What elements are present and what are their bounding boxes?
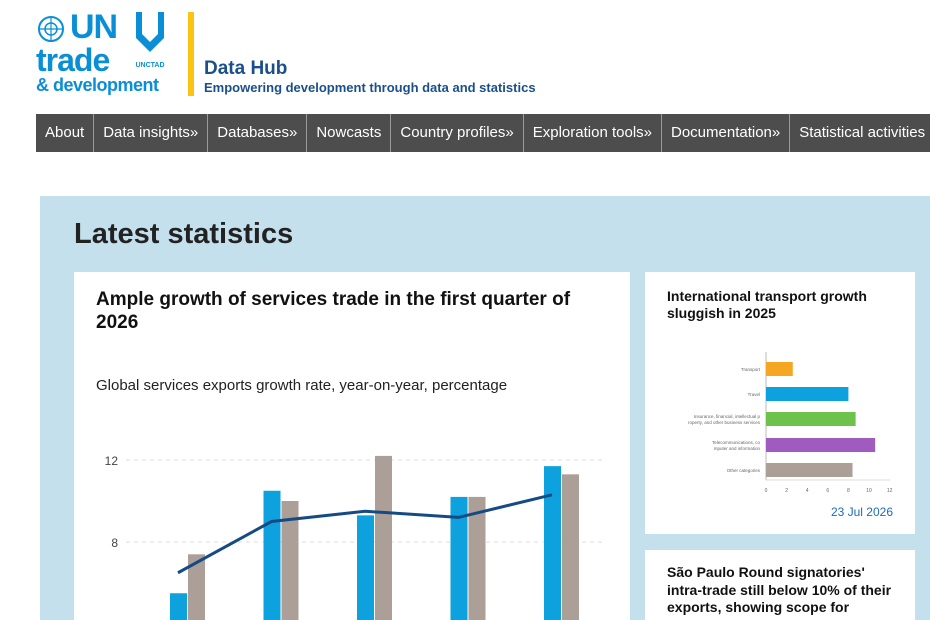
bar-series-1[interactable] [544, 466, 561, 620]
panel-notch [40, 220, 60, 260]
sao-paulo-card-heading[interactable]: São Paulo Round signatories' intra-trade… [667, 564, 902, 617]
nav-item-data-insights[interactable]: Data insights» [94, 114, 209, 152]
header-accent-bar [188, 12, 194, 96]
side-category-label: Travel [748, 392, 760, 397]
side-bar[interactable] [766, 463, 853, 477]
bar-series-1[interactable] [263, 490, 281, 620]
featured-card-heading[interactable]: Ample growth of services trade in the fi… [96, 288, 596, 334]
site-tagline: Empowering development through data and … [204, 80, 536, 95]
section-title: Latest statistics [74, 218, 294, 250]
side-category-label: Telecommunications, co [712, 440, 761, 445]
side-category-label: Transport [741, 367, 761, 372]
y-tick-label: 8 [111, 536, 118, 550]
side-x-tick-label: 6 [826, 488, 829, 494]
side-x-tick-label: 4 [806, 488, 809, 494]
nav-item-country-profiles[interactable]: Country profiles» [391, 114, 524, 152]
bar-series-1[interactable] [357, 515, 374, 620]
nav-item-statistical-activities[interactable]: Statistical activities [790, 114, 930, 152]
un-emblem-icon [38, 16, 64, 42]
transport-growth-chart: Transport Travel Insurance, financial, int… [688, 352, 893, 494]
nav-item-exploration-tools[interactable]: Exploration tools» [524, 114, 662, 152]
logo-trade-text: trade [36, 42, 110, 78]
site-title[interactable]: Data Hub [204, 58, 287, 80]
side-x-tick-label: 12 [887, 488, 893, 494]
side-x-tick-label: 8 [847, 488, 850, 494]
side-x-tick-label: 10 [866, 488, 872, 494]
nav-item-databases[interactable]: Databases» [208, 114, 308, 152]
bar-series-1[interactable] [170, 593, 187, 620]
sao-paulo-stat-card[interactable]: São Paulo Round signatories' intra-trade… [645, 550, 915, 620]
side-bar[interactable] [766, 387, 849, 401]
logo-un-text: UN [70, 8, 118, 46]
featured-stat-card[interactable]: Ample growth of services trade in the fi… [74, 272, 630, 620]
featured-chart-subtitle: Global services exports growth rate, yea… [96, 377, 508, 394]
side-category-label: Other categories [727, 468, 761, 473]
logo-badge-text: UNCTAD [135, 62, 164, 69]
nav-item-documentation[interactable]: Documentation» [662, 114, 791, 152]
side-category-label: mputer and information [714, 446, 761, 451]
logo-development-text: & development [36, 75, 159, 95]
side-bar[interactable] [766, 412, 856, 426]
bar-series-2[interactable] [562, 474, 579, 620]
side-category-label: roperty, and other business services [688, 420, 761, 425]
nav-item-about[interactable]: About [36, 114, 95, 152]
nav-item-nowcasts[interactable]: Nowcasts [307, 114, 392, 152]
transport-card-date: 23 Jul 2026 [830, 505, 893, 519]
main-nav: About Data insights» Databases» Nowcasts… [36, 114, 930, 152]
unctad-logo[interactable]: UN trade & development UNCTAD [36, 8, 170, 96]
y-tick-label: 12 [105, 454, 119, 468]
bar-series-2[interactable] [375, 455, 392, 620]
side-category-label: Insurance, financial, intellectual p [694, 414, 761, 419]
transport-stat-card[interactable]: International transport growth sluggish … [645, 272, 915, 534]
unctad-badge-icon: UNCTAD [135, 12, 165, 69]
side-bar[interactable] [766, 438, 876, 452]
side-x-tick-label: 2 [785, 488, 788, 494]
side-bar[interactable] [766, 362, 793, 376]
side-x-tick-label: 0 [765, 488, 768, 494]
transport-card-heading[interactable]: International transport growth sluggish … [667, 288, 897, 322]
services-growth-chart: 8 12 [105, 454, 604, 620]
